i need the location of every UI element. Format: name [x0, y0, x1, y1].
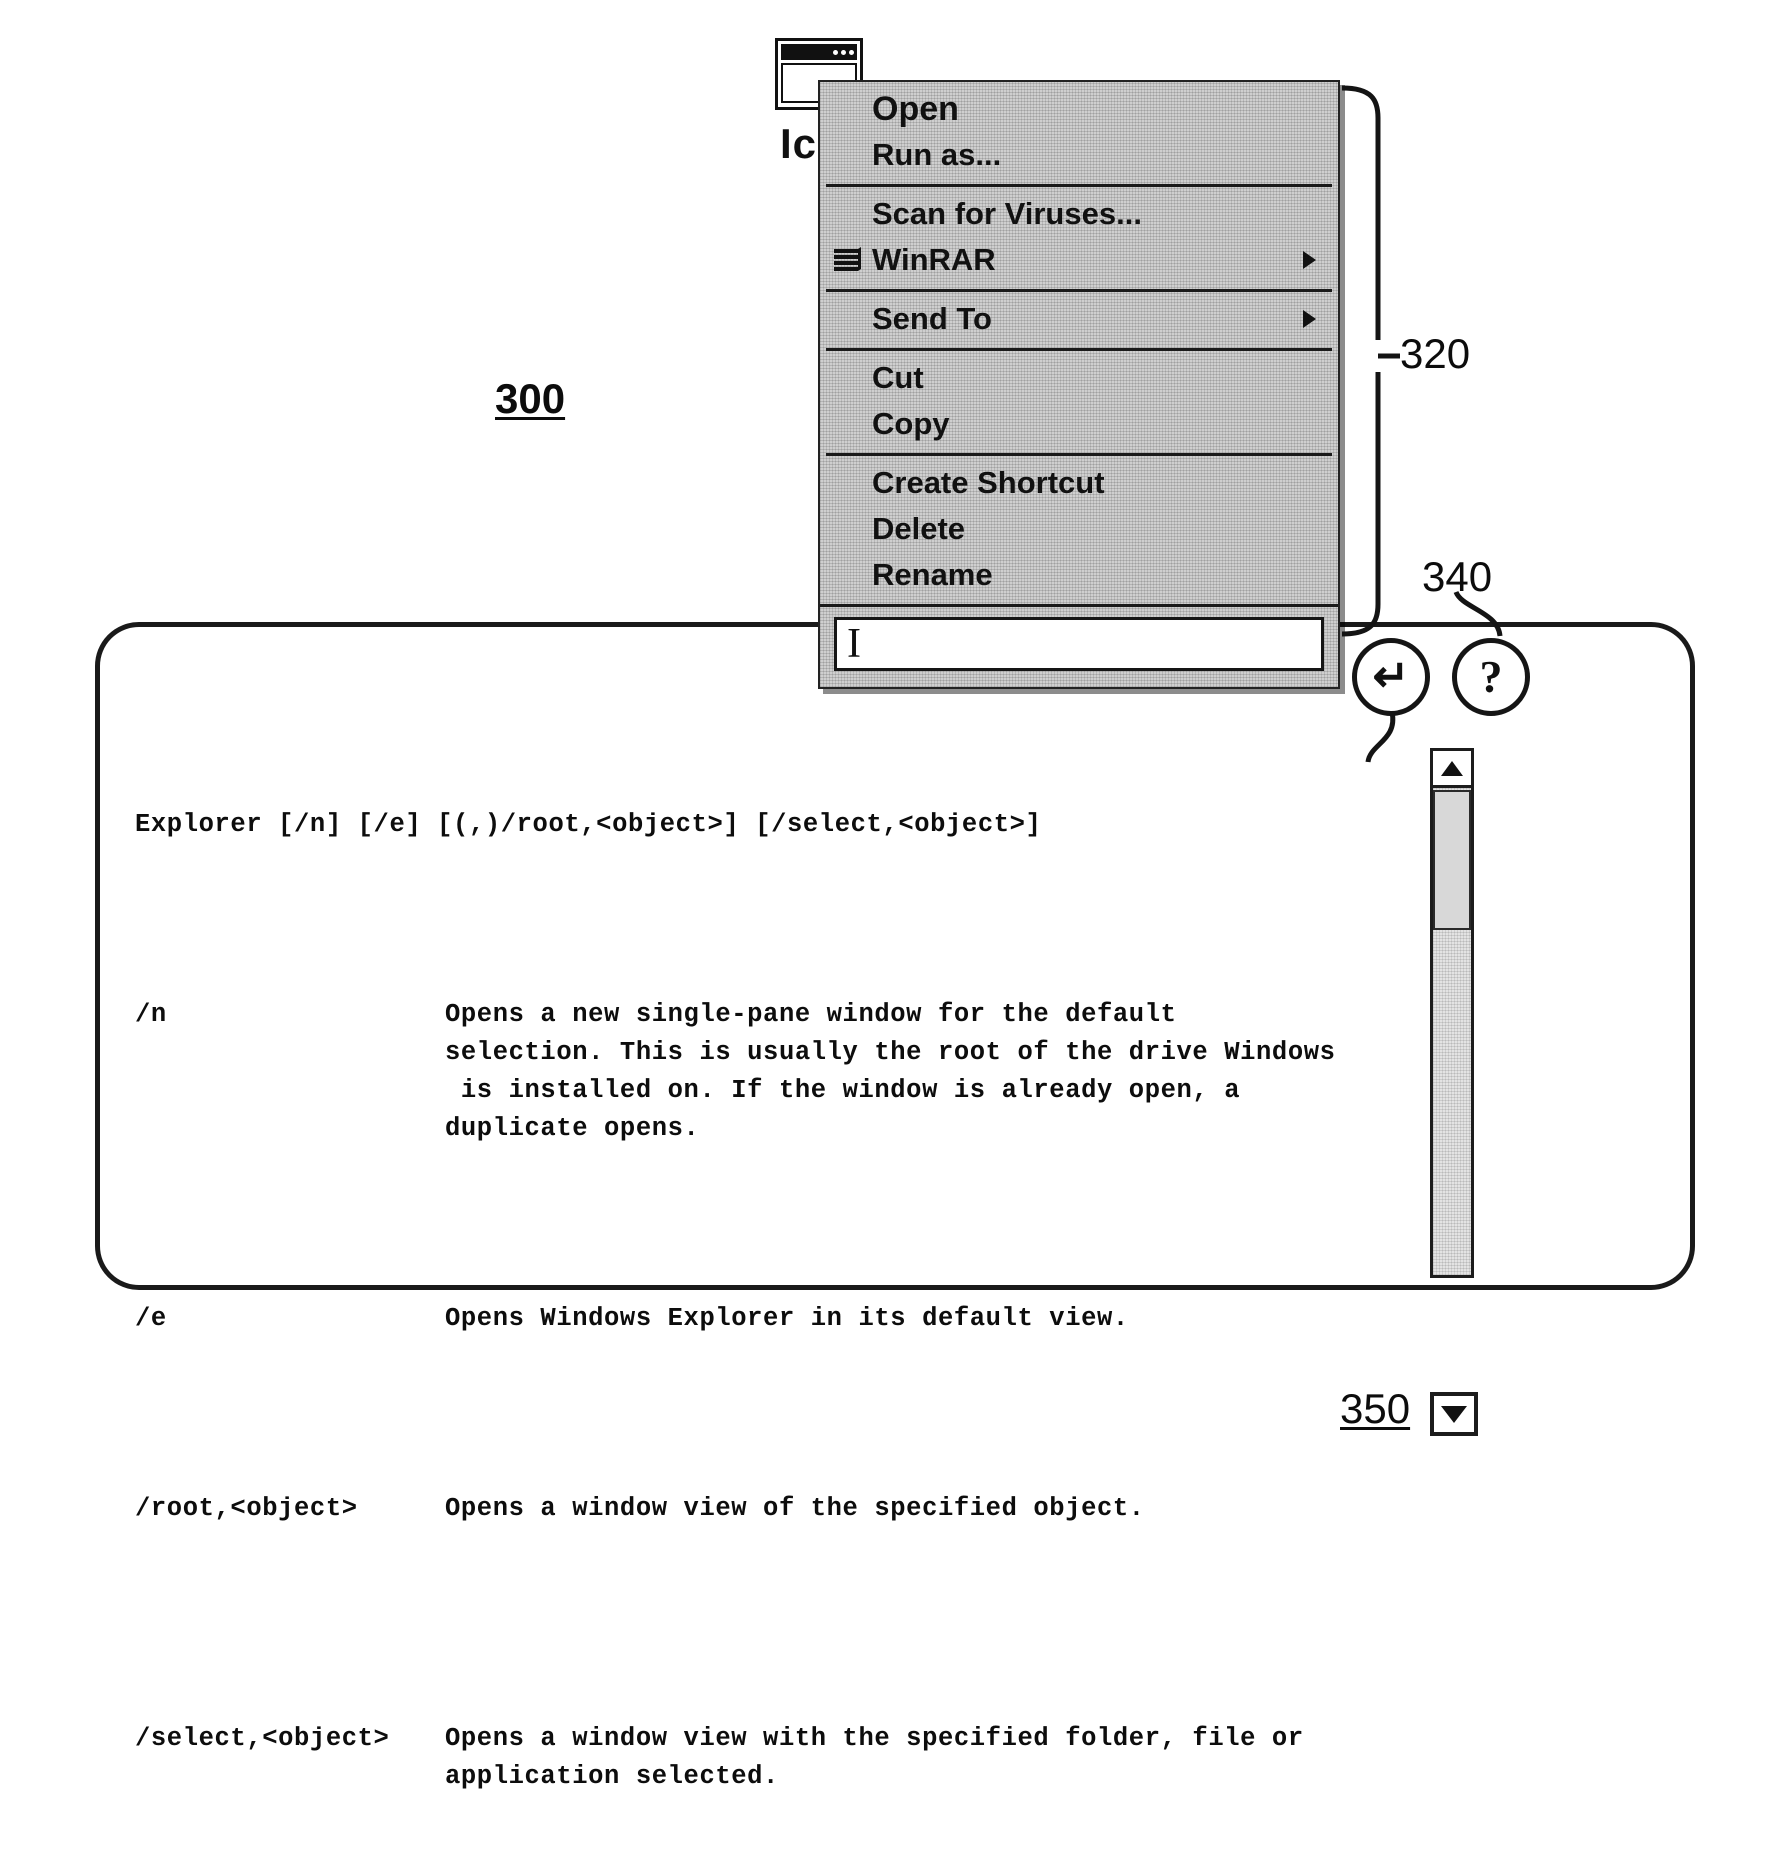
context-menu: Open Run as... Scan for Viruses... WinRA…: [818, 80, 1340, 689]
enter-button[interactable]: ↵: [1352, 638, 1430, 716]
help-row: /n Opens a new single-pane window for th…: [135, 996, 1405, 1148]
help-description: Opens a new single-pane window for the d…: [445, 1000, 1336, 1143]
menu-item-cut[interactable]: Cut: [820, 355, 1338, 401]
menu-item-run-as[interactable]: Run as...: [820, 132, 1338, 178]
menu-item-label: Open: [872, 89, 959, 128]
help-description: Opens a window view of the specified obj…: [445, 1494, 1145, 1523]
menu-item-label: Delete: [872, 511, 966, 546]
menu-item-send-to[interactable]: Send To: [820, 296, 1338, 342]
menu-item-label: Rename: [872, 557, 993, 592]
menu-item-label: Create Shortcut: [872, 465, 1105, 500]
reference-numeral-340: 340: [1422, 553, 1493, 600]
menu-item-scan-for-viruses[interactable]: Scan for Viruses...: [820, 191, 1338, 237]
menu-group: Create Shortcut Delete Rename: [820, 456, 1338, 604]
menu-item-label: Cut: [872, 360, 924, 395]
menu-group: Send To: [820, 292, 1338, 348]
help-description: Opens a window view with the specified f…: [445, 1724, 1304, 1791]
menu-input-row: I: [820, 604, 1338, 687]
help-switch: /root,<object>: [135, 1494, 358, 1523]
menu-item-label: Run as...: [872, 137, 1002, 172]
menu-item-label: Send To: [872, 301, 992, 336]
menu-group: Scan for Viruses... WinRAR: [820, 187, 1338, 289]
help-row: /root,<object> Opens a window view of th…: [135, 1490, 1405, 1528]
help-button[interactable]: ?: [1452, 638, 1530, 716]
text-cursor-icon: I: [847, 621, 861, 667]
menu-item-copy[interactable]: Copy: [820, 401, 1338, 447]
help-switch: /n: [135, 1000, 167, 1029]
help-row: /e Opens Windows Explorer in its default…: [135, 1300, 1405, 1338]
help-description: Opens Windows Explorer in its default vi…: [445, 1304, 1129, 1333]
menu-group: Open Run as...: [820, 82, 1338, 184]
search-input[interactable]: I: [834, 617, 1324, 671]
menu-item-label: Scan for Viruses...: [872, 196, 1142, 231]
scroll-down-button[interactable]: [1430, 1392, 1478, 1436]
help-switch: /select,<object>: [135, 1724, 390, 1753]
submenu-arrow-icon: [1303, 310, 1316, 328]
menu-item-rename[interactable]: Rename: [820, 552, 1338, 598]
reference-numeral-300: 300: [495, 375, 566, 422]
winrar-books-icon: [832, 246, 862, 274]
help-text-body: Explorer [/n] [/e] [(,)/root,<object>] […: [135, 730, 1405, 1872]
menu-item-winrar[interactable]: WinRAR: [820, 237, 1338, 283]
menu-item-create-shortcut[interactable]: Create Shortcut: [820, 460, 1338, 506]
scrollbar-thumb[interactable]: [1433, 790, 1471, 930]
help-row: /select,<object> Opens a window view wit…: [135, 1720, 1405, 1796]
menu-group: Cut Copy: [820, 351, 1338, 453]
reference-numeral-320: 320: [1400, 330, 1471, 377]
question-mark-icon: ?: [1479, 651, 1503, 702]
menu-item-label: WinRAR: [872, 242, 996, 277]
desktop-icon-label: Ic: [780, 120, 818, 167]
triangle-down-icon: [1441, 1405, 1467, 1423]
scroll-up-button[interactable]: [1430, 748, 1474, 788]
help-syntax-line: Explorer [/n] [/e] [(,)/root,<object>] […: [135, 810, 1042, 839]
icon-titlebar-dot: [841, 49, 846, 55]
help-switch: /e: [135, 1304, 167, 1333]
menu-item-label: Copy: [872, 406, 950, 441]
enter-arrow-icon: ↵: [1372, 652, 1410, 701]
menu-item-delete[interactable]: Delete: [820, 506, 1338, 552]
triangle-up-icon: [1441, 760, 1463, 776]
submenu-arrow-icon: [1303, 251, 1316, 269]
icon-titlebar-dot: [849, 49, 854, 55]
menu-item-open[interactable]: Open: [820, 86, 1338, 132]
icon-titlebar: [781, 44, 857, 60]
icon-titlebar-dot: [833, 49, 838, 55]
